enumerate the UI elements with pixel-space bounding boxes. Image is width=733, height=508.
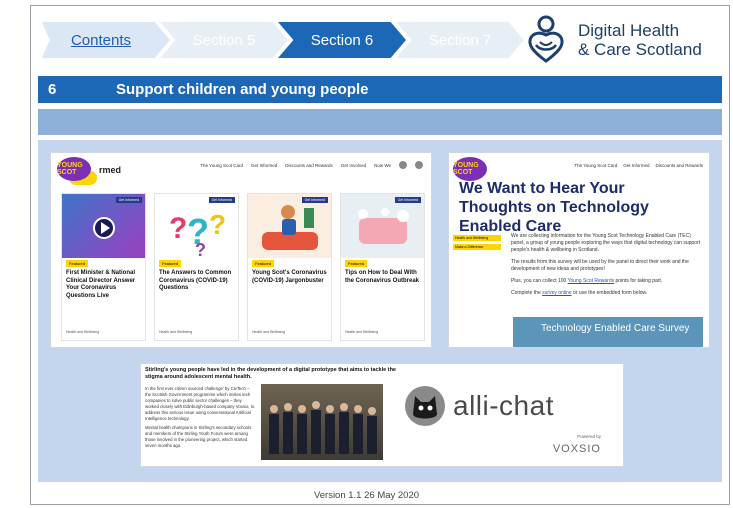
card-title: Tips on How to Deal With the Coronavirus… [345,270,420,284]
card-tag: Get Informed [208,197,235,203]
card-tag: Get Informed [394,197,421,203]
section-title-bar: 6 Support children and young people [38,76,722,103]
alli-paragraph: Mental health champions in Stirling's se… [145,425,252,448]
tec-nav-item[interactable]: Discounts and Rewards [655,163,703,168]
tag-difference[interactable]: Make a Difference [453,244,501,250]
subheader-bar [38,109,722,135]
alli-chat-wordmark: alli-chat [453,390,554,421]
person-sofa-icon [262,205,318,250]
tec-paragraph: We are collecting information for the Yo… [511,233,701,253]
tec-nav-item[interactable]: Get Informed [623,163,649,168]
card-tag: Get Informed [301,197,328,203]
article-card[interactable]: Get Informed Featured Young Scot's Coron… [247,193,332,341]
powered-by-label: Powered by [577,434,601,439]
logo-line1: Digital Health [578,21,680,40]
card-title: Young Scot's Coronavirus (COVID-19) Jarg… [252,270,327,284]
dhcs-logo: Digital Health & Care Scotland [524,14,724,66]
question-marks-image: ? ? ? ? Get Informed [155,194,238,260]
ys-nav-item[interactable]: Get Involved [341,163,366,168]
article-card[interactable]: Get Informed Featured Tips on How to Dea… [340,193,425,341]
card-title: First Minister & National Clinical Direc… [66,270,136,299]
rewards-link[interactable]: Young Scot Rewards [568,278,615,284]
voxsio-wordmark: VOXSIO [552,443,601,455]
logo-line2: & Care Scotland [578,40,702,59]
card-category: Health and Wellbeing [345,330,379,334]
text: points for taking part. [614,278,663,284]
tec-nav-item[interactable]: The Young Scot Card [574,163,617,168]
heading-fragment: rmed [99,165,122,175]
version-footer: Version 1.1 26 May 2020 [313,490,420,501]
featured-badge: Featured [159,260,182,267]
tag-health[interactable]: Health and Wellbeing [453,235,501,241]
young-scot-logo: YOUNG SCOT [57,157,91,181]
text: Complete the [511,290,543,296]
tec-title: We Want to Hear Your Thoughts on Technol… [459,180,649,235]
svg-text:?: ? [209,209,226,240]
content-panel: YOUNG SCOT rmed The Young Scot Card Get … [38,140,722,482]
text: Plus, you can collect 100 [511,278,568,284]
question-marks-icon: ? ? ? ? [169,209,226,260]
tec-survey-button[interactable]: Technology Enabled Care Survey [513,317,703,347]
featured-badge: Featured [66,260,89,267]
survey-link[interactable]: survey online [542,290,571,296]
nav-contents-link[interactable]: Contents [42,22,170,58]
nav-section6-current[interactable]: Section 6 [278,22,406,58]
svg-text:?: ? [169,212,187,245]
logo-text: Digital Health & Care Scotland [578,21,702,59]
alli-chat-logo: alli-chat [403,384,554,428]
young-scot-logo: YOUNG SCOT [453,157,487,181]
card-title: The Answers to Common Coronavirus (COVID… [159,270,232,291]
tec-body: We are collecting information for the Yo… [511,233,703,302]
soap-image: Get Informed [341,194,424,258]
svg-text:?: ? [195,240,206,258]
soap-icon [358,208,409,244]
ys-nav-item[interactable]: The Young Scot Card [200,163,243,168]
section-number: 6 [48,81,57,98]
card-tag: Get Informed [115,197,142,203]
card-category: Health and Wellbeing [252,330,286,334]
alli-chat-screenshot: Stirling's young people have led in the … [140,363,624,467]
nav-section7[interactable]: Section 7 [396,22,524,58]
article-card[interactable]: ? ? ? ? Get Informed Featured The Answer… [154,193,239,341]
heart-person-icon [528,15,564,63]
search-icon[interactable] [399,161,407,169]
tec-survey-screenshot: YOUNG SCOT The Young Scot Card Get Infor… [448,152,710,348]
card-category: Health and Wellbeing [66,330,100,334]
featured-badge: Featured [345,260,368,267]
tec-paragraph: The results from this survey will be use… [511,259,689,272]
tec-paragraph: Plus, you can collect 100 Young Scot Rew… [511,278,703,285]
cat-icon [405,386,445,426]
featured-badge: Featured [252,260,275,267]
play-icon [93,217,115,239]
group-people-image [269,401,377,454]
tec-paragraph: Complete the survey online or use the em… [511,290,703,297]
nav-section5[interactable]: Section 5 [160,22,288,58]
tec-nav: The Young Scot Card Get Informed Discoun… [574,163,703,168]
account-icon[interactable] [415,161,423,169]
group-photo [261,384,383,460]
article-card[interactable]: Get Informed Featured First Minister & N… [61,193,146,341]
ys-nav-item[interactable]: Get Informed [251,163,277,168]
article-cards: Get Informed Featured First Minister & N… [61,193,425,341]
tec-tags: Health and Wellbeing Make a Difference [453,235,501,253]
section-navigation: Contents Section 5 Section 6 Section 7 [42,22,524,58]
video-thumbnail: Get Informed [62,194,145,258]
powered-by: Powered by VOXSIO [553,434,601,457]
alli-headline: Stirling's young people have led in the … [145,367,396,380]
card-category: Health and Wellbeing [159,330,193,334]
alli-text: In the first ever citizen sourced challe… [145,386,255,449]
young-scot-articles-screenshot: YOUNG SCOT rmed The Young Scot Card Get … [50,152,432,348]
nav-contents-label: Contents [70,31,132,49]
young-scot-nav: The Young Scot Card Get Informed Discoun… [200,161,423,169]
person-on-sofa-image: Get Informed [248,194,331,258]
text: or use the embedded form below. [571,290,648,296]
alli-paragraph: In the first ever citizen sourced challe… [145,386,255,421]
ys-nav-item[interactable]: Discounts and Rewards [285,163,333,168]
ys-nav-item[interactable]: Now We [374,163,391,168]
section-title: Support children and young people [116,81,369,98]
